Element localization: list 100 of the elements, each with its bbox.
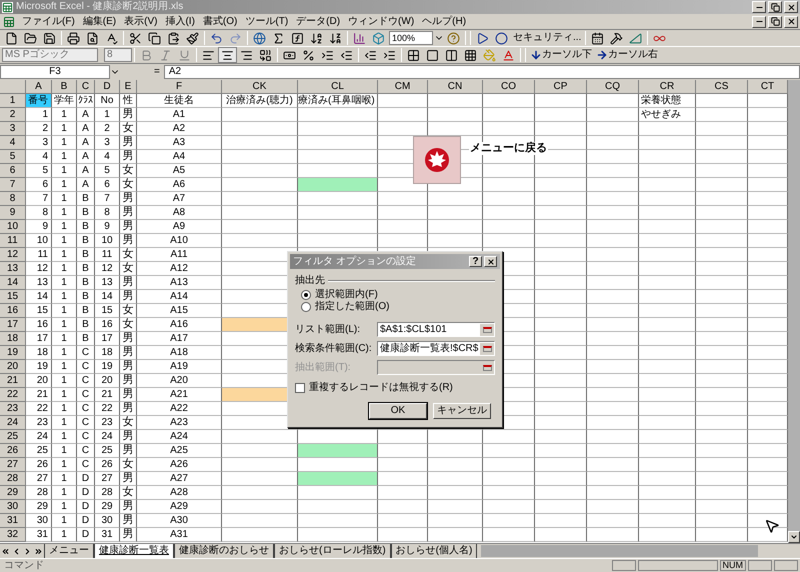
table-cell: 10 [101, 236, 113, 246]
range-field[interactable]: $A$1:$CL$101 [377, 322, 495, 337]
table-cell: 1 [42, 110, 48, 120]
column-header[interactable]: F [137, 80, 222, 94]
column-header[interactable]: CM [378, 80, 428, 94]
cancel-button[interactable]: キャンセル [433, 403, 491, 419]
row-header[interactable]: 4 [0, 136, 26, 150]
row-header[interactable]: 29 [0, 486, 26, 500]
sheet-tab[interactable]: 健康診断のおしらせ [174, 544, 274, 558]
row-header[interactable]: 27 [0, 458, 26, 472]
table-cell: 25 [101, 446, 113, 456]
sheet-tab[interactable]: メニュー [44, 544, 94, 558]
row-header[interactable]: 3 [0, 122, 26, 136]
column-header[interactable]: C [77, 80, 95, 94]
table-cell: 18 [36, 348, 48, 358]
row-header[interactable]: 1 [0, 94, 26, 108]
table-cell: 22 [36, 404, 48, 414]
font-size-field[interactable]: 8 [104, 48, 132, 62]
row-header[interactable]: 23 [0, 402, 26, 416]
table-cell: 8 [42, 208, 48, 218]
column-header[interactable]: B [52, 80, 77, 94]
menu-item[interactable]: ファイル(F) [18, 16, 79, 26]
table-cell: B [82, 278, 89, 288]
menu-item[interactable]: ウィンドウ(W) [344, 16, 418, 26]
table-cell: A24 [170, 432, 188, 442]
table-cell: A27 [170, 474, 188, 484]
row-header[interactable]: 28 [0, 472, 26, 486]
column-header[interactable]: D [95, 80, 120, 94]
sheet-tab[interactable]: おしらせ(ローレル指数) [274, 544, 391, 558]
row-header[interactable]: 18 [0, 332, 26, 346]
menu-item[interactable]: ツール(T) [241, 16, 292, 26]
table-cell: 男 [122, 109, 134, 120]
column-header[interactable]: CR [639, 80, 696, 94]
table-cell: A28 [170, 488, 188, 498]
menu-item[interactable]: 編集(E) [78, 16, 120, 26]
row-header[interactable]: 22 [0, 388, 26, 402]
table-cell: 12 [101, 264, 113, 274]
radio-label: 指定した範囲(O) [315, 302, 390, 312]
table-cell: 女 [122, 319, 134, 330]
row-header[interactable]: 14 [0, 276, 26, 290]
row-header[interactable]: 9 [0, 206, 26, 220]
row-header[interactable]: 24 [0, 416, 26, 430]
column-header[interactable]: CK [222, 80, 298, 94]
sheet-tab[interactable]: 健康診断一覧表 [94, 544, 174, 558]
row-header[interactable]: 26 [0, 444, 26, 458]
ok-button[interactable]: OK [369, 403, 427, 419]
row-header[interactable]: 8 [0, 192, 26, 206]
row-header[interactable]: 7 [0, 178, 26, 192]
table-cell: 30 [36, 516, 48, 526]
row-header[interactable]: 25 [0, 430, 26, 444]
table-cell: 1 [61, 418, 67, 428]
cursor-right-button[interactable]: カーソル右 [594, 49, 660, 61]
row-header[interactable]: 21 [0, 374, 26, 388]
security-button[interactable]: セキュリティ... [511, 33, 584, 43]
column-header[interactable]: CL [298, 80, 378, 94]
column-header[interactable]: CP [535, 80, 587, 94]
row-header[interactable]: 30 [0, 500, 26, 514]
row-header[interactable]: 31 [0, 514, 26, 528]
row-header[interactable]: 11 [0, 234, 26, 248]
help-button[interactable]: ? [469, 256, 482, 267]
row-header[interactable]: 5 [0, 150, 26, 164]
column-header[interactable]: A [26, 80, 52, 94]
row-header[interactable]: 15 [0, 290, 26, 304]
table-cell: 1 [61, 180, 67, 190]
column-header[interactable]: CO [483, 80, 535, 94]
row-header[interactable]: 6 [0, 164, 26, 178]
table-cell: 31 [101, 530, 113, 540]
row-header[interactable]: 13 [0, 262, 26, 276]
table-cell: 27 [36, 474, 48, 484]
column-header[interactable]: CN [428, 80, 483, 94]
row-header[interactable]: 20 [0, 360, 26, 374]
checkbox-label: 重複するレコードは無視する(R) [309, 383, 453, 393]
row-header[interactable]: 32 [0, 528, 26, 542]
menu-item[interactable]: 挿入(I) [161, 16, 199, 26]
sheet-tab[interactable]: おしらせ(個人名) [390, 544, 478, 558]
menu-item[interactable]: 書式(O) [198, 16, 242, 26]
name-box[interactable]: F3 [0, 65, 110, 79]
range-field[interactable]: 健康診断一覧表!$CR$ [377, 341, 495, 356]
row-header[interactable]: 17 [0, 318, 26, 332]
formula-field[interactable]: A2 [164, 65, 800, 79]
menu-item[interactable]: ヘルプ(H) [418, 16, 470, 26]
row-header[interactable]: 2 [0, 108, 26, 122]
column-header[interactable]: CT [748, 80, 788, 94]
column-header[interactable]: E [120, 80, 137, 94]
table-cell: A17 [170, 334, 188, 344]
table-cell: 1 [61, 530, 67, 540]
cursor-down-button[interactable]: カーソル下 [528, 49, 594, 61]
menu-item[interactable]: 表示(V) [120, 16, 162, 26]
table-cell: 女 [122, 249, 134, 260]
table-cell: 19 [101, 362, 113, 372]
row-header[interactable]: 16 [0, 304, 26, 318]
menu-item[interactable]: データ(D) [292, 16, 344, 26]
column-header[interactable]: CS [696, 80, 748, 94]
zoom-field[interactable]: 100% [389, 31, 433, 45]
row-header[interactable]: 12 [0, 248, 26, 262]
row-header[interactable]: 10 [0, 220, 26, 234]
column-header[interactable]: CQ [587, 80, 639, 94]
row-header[interactable]: 19 [0, 346, 26, 360]
font-field[interactable]: MS Pゴシック [2, 48, 98, 62]
table-cell: 12 [36, 264, 48, 274]
